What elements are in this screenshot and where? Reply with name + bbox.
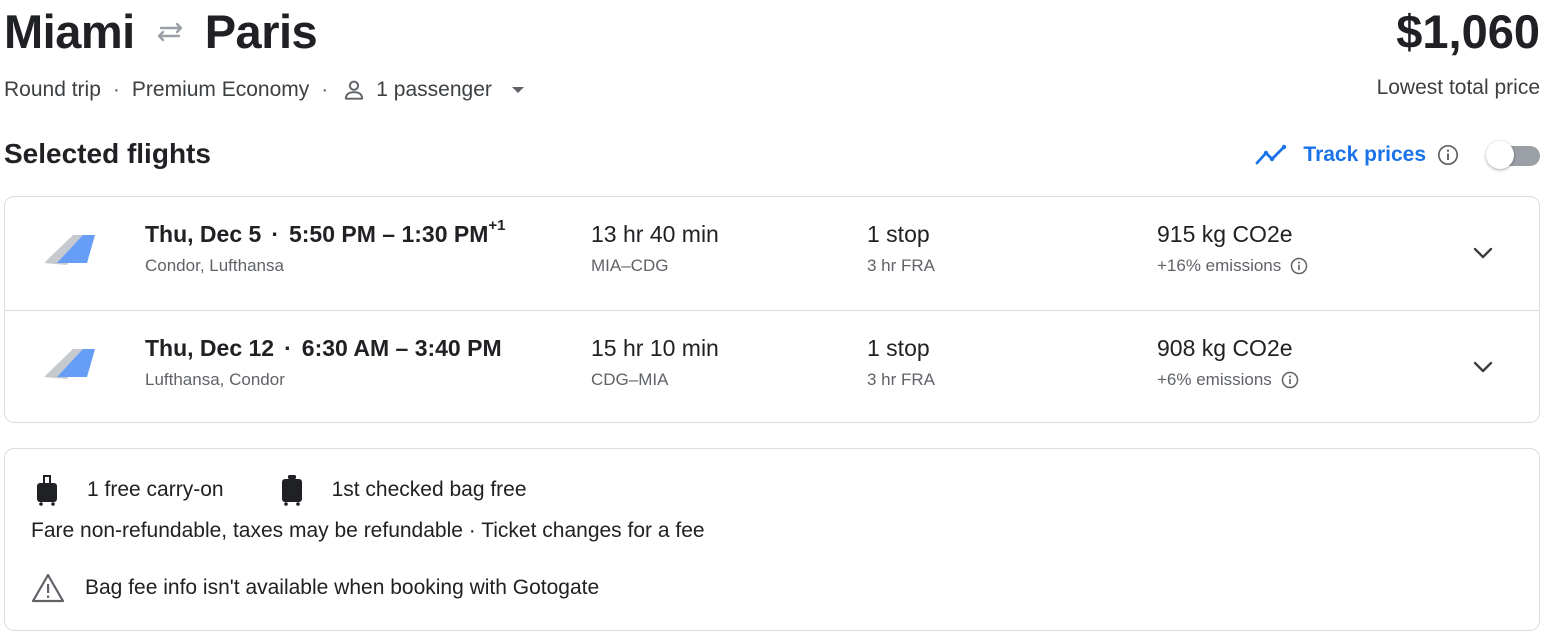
emissions-delta: +6% emissions [1157,370,1272,389]
flight-duration: 13 hr 40 min MIA–CDG [591,221,719,276]
flight-row-return[interactable]: Thu, Dec 12 · 6:30 AM – 3:40 PM Lufthansa,… [5,310,1539,422]
flight-date: Thu, Dec 12 [145,335,275,361]
separator-dot: · [284,335,292,361]
emissions-delta: +16% emissions [1157,256,1282,275]
flight-emissions: 915 kg CO2e +16% emissions [1157,221,1309,276]
airlines: Condor, Lufthansa [145,256,284,275]
route-codes: CDG–MIA [591,370,669,389]
chevron-down-icon[interactable] [1467,351,1499,383]
caret-down-icon [508,80,528,100]
fare-policy: Fare non-refundable, taxes may be refund… [31,519,705,542]
separator-dot: · [321,78,329,101]
flight-stops: 1 stop 3 hr FRA [867,221,935,276]
checked-bag-icon [278,473,306,507]
track-prices: Track prices [1255,140,1540,170]
day-offset: +1 [488,217,506,234]
flights-card: Thu, Dec 5 · 5:50 PM – 1:30 PM+1 Condor, L… [4,196,1540,423]
trip-header: Miami Paris $1,060 [4,4,1540,64]
flight-duration: 15 hr 10 min CDG–MIA [591,335,719,390]
stops: 1 stop [867,221,930,247]
chevron-down-icon[interactable] [1467,237,1499,269]
flight-time-range: 6:30 AM – 3:40 PM [301,335,502,361]
total-price: $1,060 [1396,5,1540,58]
emissions: 908 kg CO2e [1157,335,1293,361]
swap-arrows-icon [153,20,187,44]
flight-times: Thu, Dec 5 · 5:50 PM – 1:30 PM+1 Condor, L… [145,217,506,276]
route-codes: MIA–CDG [591,256,669,275]
layover: 3 hr FRA [867,256,936,275]
separator-dot: · [271,221,279,247]
cabin-class: Premium Economy [131,78,310,101]
price-caption: Lowest total price [1376,76,1540,99]
airline-tail-icon [43,345,99,383]
flight-row-outbound[interactable]: Thu, Dec 5 · 5:50 PM – 1:30 PM+1 Condor, L… [5,197,1539,310]
trend-line-icon [1255,144,1289,166]
checked-bag-text: 1st checked bag free [331,478,527,501]
emissions: 915 kg CO2e [1157,221,1293,247]
stops: 1 stop [867,335,930,361]
origin-city: Miami [4,5,135,58]
flight-time-range: 5:50 PM – 1:30 PM [288,221,489,247]
flight-times: Thu, Dec 12 · 6:30 AM – 3:40 PM Lufthansa,… [145,335,502,390]
person-icon [340,76,368,104]
bag-fee-warning: Bag fee info isn't available when bookin… [31,573,599,603]
track-prices-toggle[interactable] [1486,140,1540,170]
passenger-selector[interactable]: 1 passenger [340,76,528,104]
flight-emissions: 908 kg CO2e +6% emissions [1157,335,1300,390]
carry-on-bag-icon [33,473,61,507]
info-icon[interactable] [1289,256,1309,276]
destination-city: Paris [204,5,318,58]
track-prices-link[interactable]: Track prices [1303,143,1426,167]
airlines: Lufthansa, Condor [145,370,285,389]
separator-dot: · [112,78,120,101]
info-icon[interactable] [1436,143,1460,167]
carry-on-text: 1 free carry-on [87,478,224,501]
duration: 15 hr 10 min [591,335,719,361]
duration: 13 hr 40 min [591,221,719,247]
section-title: Selected flights [4,138,211,169]
info-icon[interactable] [1280,370,1300,390]
layover: 3 hr FRA [867,370,936,389]
toggle-knob [1486,141,1514,169]
warning-icon [31,573,65,603]
trip-type: Round trip [4,78,101,101]
flight-stops: 1 stop 3 hr FRA [867,335,935,390]
warning-text: Bag fee info isn't available when bookin… [85,576,600,599]
trip-options: Round trip · Premium Economy · 1 passeng… [4,76,528,104]
airline-tail-icon [43,231,99,269]
route-title: Miami Paris [4,4,318,59]
flight-date: Thu, Dec 5 [145,221,262,247]
baggage-allowance: 1 free carry-on 1st checked bag free [33,473,527,507]
passenger-count: 1 passenger [376,78,492,101]
fare-details-card: 1 free carry-on 1st checked bag free Far… [4,448,1540,631]
